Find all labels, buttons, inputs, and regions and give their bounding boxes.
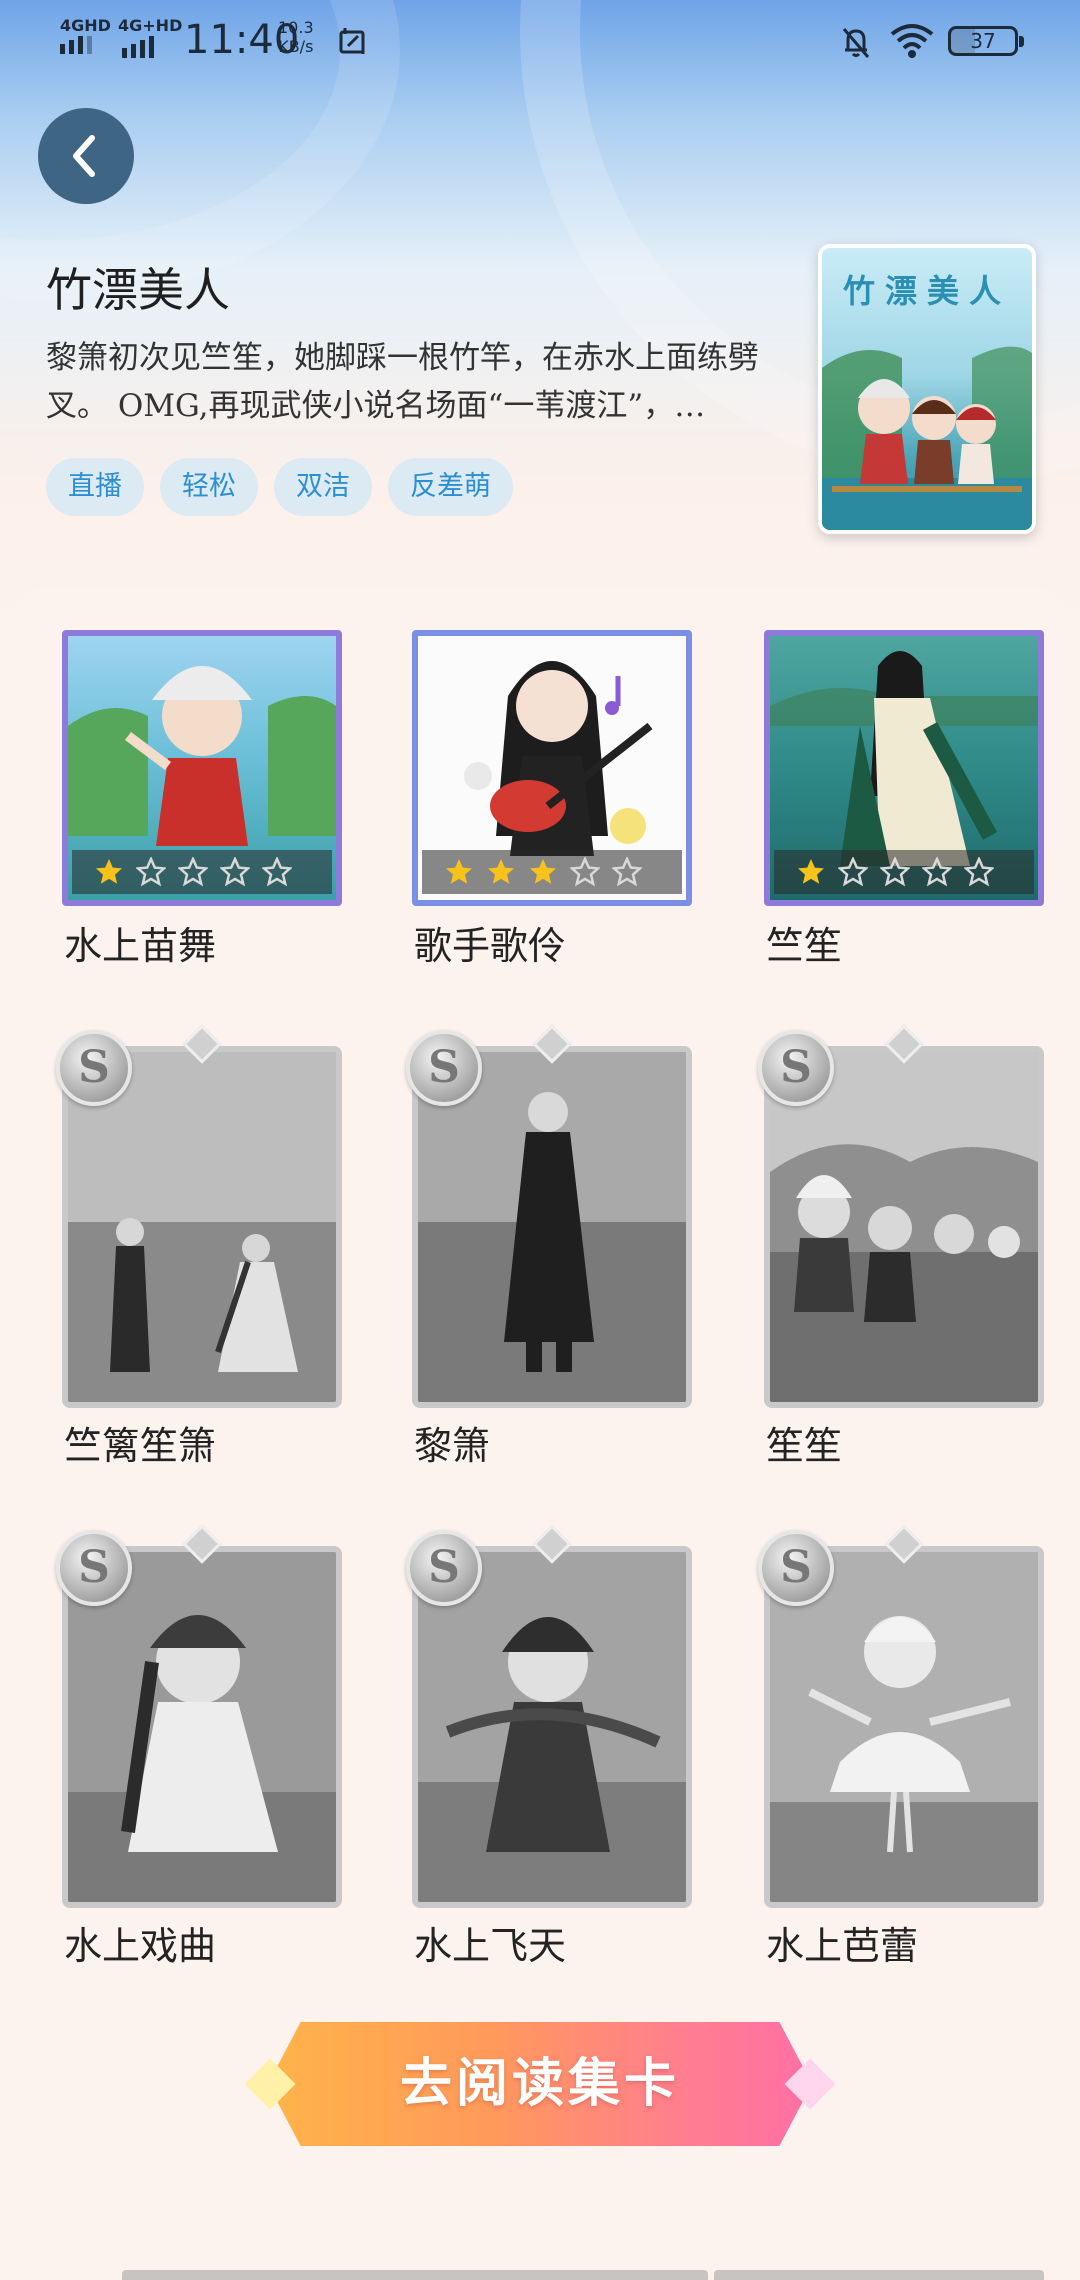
network-speed: 10.3 KB/s: [278, 18, 314, 56]
card-item[interactable]: S 水上芭蕾: [758, 1524, 1044, 1980]
book-cover-illustration: [822, 346, 1032, 530]
star-empty-icon: [262, 857, 292, 887]
bell-off-icon: [842, 28, 870, 58]
star-empty-icon: [178, 857, 208, 887]
star-filled-icon: [798, 859, 824, 884]
card-item[interactable]: S 竺篱笙箫: [56, 1024, 342, 1480]
bottom-tab-indicator: [122, 2270, 404, 2280]
star-empty-icon: [570, 857, 600, 887]
page: 4GHD 4G+HD 11:40 10.3 KB/s 37 竹漂美人 黎箫初次见…: [0, 0, 1080, 2280]
signal-bars-2-icon: [122, 36, 154, 58]
star-rating: [422, 850, 682, 894]
bottom-tab-indicator: [372, 2270, 708, 2280]
card-frame: [412, 630, 692, 906]
rarity-badge: S: [406, 1530, 482, 1606]
card-item[interactable]: S 笙笙: [758, 1024, 1044, 1480]
card-illustration-flying: [418, 1552, 686, 1902]
card-item[interactable]: S 水上戏曲: [56, 1524, 342, 1980]
tag-chip[interactable]: 双洁: [274, 458, 372, 516]
rarity-badge: S: [56, 1530, 132, 1606]
rarity-badge: S: [758, 1530, 834, 1606]
tag-chip[interactable]: 直播: [46, 458, 144, 516]
bottom-tab-indicator: [714, 2270, 1044, 2280]
card-name: 竺篱笙箫: [64, 1424, 217, 1468]
star-empty-icon: [964, 857, 994, 887]
book-description[interactable]: 黎箫初次见竺笙，她脚踩一根竹竿，在赤水上面练劈叉。 OMG,再现武侠小说名场面“…: [46, 334, 786, 430]
network-speed-value: 10.3: [278, 18, 314, 37]
card-frame: [764, 630, 1044, 906]
card-illustration-group: [770, 1052, 1038, 1402]
star-empty-icon: [838, 857, 868, 887]
battery-level: 37: [970, 29, 996, 53]
star-empty-icon: [220, 857, 250, 887]
screenshot-icon: [339, 28, 365, 54]
card-illustration-opera: [68, 1552, 336, 1902]
wifi-icon: [890, 24, 934, 58]
card-illustration-couple: [68, 1052, 336, 1402]
card-illustration-ballet: [770, 1552, 1038, 1902]
status-bar: 4GHD 4G+HD 11:40 10.3 KB/s 37: [0, 0, 1080, 80]
card-name: 水上芭蕾: [766, 1924, 919, 1968]
book-cover[interactable]: 竹漂美人: [818, 244, 1036, 534]
card-illustration-man: [418, 1052, 686, 1402]
card-frame: [62, 630, 342, 906]
chevron-left-icon: [73, 135, 95, 177]
star-empty-icon: [612, 857, 642, 887]
star-empty-icon: [136, 857, 166, 887]
card-name: 笙笙: [766, 1424, 843, 1468]
star-rating: [774, 850, 1034, 894]
star-filled-icon: [488, 859, 514, 884]
card-name: 黎箫: [414, 1424, 491, 1468]
star-filled-icon: [446, 859, 472, 884]
network-indicator-1: 4GHD: [60, 16, 111, 35]
tag-list: 直播 轻松 双洁 反差萌: [46, 458, 513, 516]
back-button[interactable]: [38, 108, 134, 204]
card-name: 水上戏曲: [64, 1924, 217, 1968]
rarity-badge: S: [758, 1030, 834, 1106]
signal-bars-1-icon: [60, 36, 92, 54]
star-empty-icon: [922, 857, 952, 887]
card-item[interactable]: S 黎箫: [406, 1024, 692, 1480]
star-rating: [72, 850, 332, 894]
card-name: 水上苗舞: [64, 924, 217, 968]
battery-icon: 37: [948, 26, 1024, 56]
star-filled-icon: [96, 859, 122, 884]
read-collect-cards-button[interactable]: 去阅读集卡: [244, 2022, 836, 2146]
star-empty-icon: [880, 857, 910, 887]
card-name: 水上飞天: [414, 1924, 567, 1968]
card-item[interactable]: S 水上飞天: [406, 1524, 692, 1980]
rarity-badge: S: [56, 1030, 132, 1106]
network-speed-unit: KB/s: [278, 37, 314, 56]
rarity-badge: S: [406, 1030, 482, 1106]
book-title: 竹漂美人: [46, 263, 230, 317]
tag-chip[interactable]: 反差萌: [388, 458, 513, 516]
network-indicator-2: 4G+HD: [118, 16, 183, 35]
cta-label: 去阅读集卡: [399, 2054, 680, 2114]
tag-chip[interactable]: 轻松: [160, 458, 258, 516]
card-name: 竺笙: [766, 924, 843, 968]
star-filled-icon: [530, 859, 556, 884]
card-name: 歌手歌伶: [414, 924, 567, 968]
